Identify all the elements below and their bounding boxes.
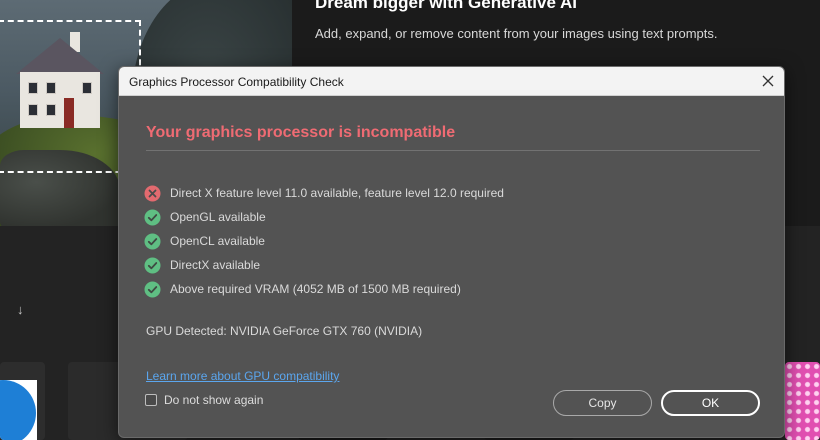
check-row: Direct X feature level 11.0 available, f… [144, 181, 504, 205]
check-circle-icon [144, 281, 161, 297]
check-text: DirectX available [170, 258, 261, 272]
x-circle-icon [144, 185, 161, 201]
hero-text-block: Dream bigger with Generative AI Add, exp… [315, 0, 717, 41]
check-circle-icon [144, 209, 161, 225]
dialog-titlebar: Graphics Processor Compatibility Check [119, 67, 784, 96]
dialog-title: Graphics Processor Compatibility Check [129, 75, 344, 89]
check-row: Above required VRAM (4052 MB of 1500 MB … [144, 277, 504, 301]
close-button[interactable] [756, 70, 780, 92]
gpu-compatibility-link[interactable]: Learn more about GPU compatibility [146, 369, 339, 383]
do-not-show-again-checkbox[interactable] [145, 394, 157, 406]
ok-button[interactable]: OK [661, 390, 760, 416]
gpu-compatibility-dialog: Graphics Processor Compatibility Check Y… [118, 66, 785, 438]
check-text: Direct X feature level 11.0 available, f… [170, 186, 504, 200]
do-not-show-again-option[interactable]: Do not show again [145, 393, 263, 407]
check-row: OpenGL available [144, 205, 504, 229]
divider [146, 150, 760, 151]
check-row: DirectX available [144, 253, 504, 277]
check-text: OpenCL available [170, 234, 265, 248]
hero-subtitle: Add, expand, or remove content from your… [315, 26, 718, 41]
check-list: Direct X feature level 11.0 available, f… [144, 181, 504, 301]
thumbnail-card[interactable] [0, 362, 45, 440]
sort-arrow-icon[interactable]: ↓ [17, 302, 24, 317]
thumbnail-card[interactable] [785, 362, 820, 440]
gpu-detected-text: GPU Detected: NVIDIA GeForce GTX 760 (NV… [146, 324, 423, 338]
error-heading: Your graphics processor is incompatible [146, 124, 456, 141]
check-row: OpenCL available [144, 229, 504, 253]
check-circle-icon [144, 233, 161, 249]
close-icon [762, 75, 774, 87]
check-circle-icon [144, 257, 161, 273]
check-text: OpenGL available [170, 210, 266, 224]
do-not-show-again-label: Do not show again [164, 393, 264, 407]
hero-title: Dream bigger with Generative AI [315, 0, 577, 12]
check-text: Above required VRAM (4052 MB of 1500 MB … [170, 282, 461, 296]
copy-button[interactable]: Copy [553, 390, 652, 416]
